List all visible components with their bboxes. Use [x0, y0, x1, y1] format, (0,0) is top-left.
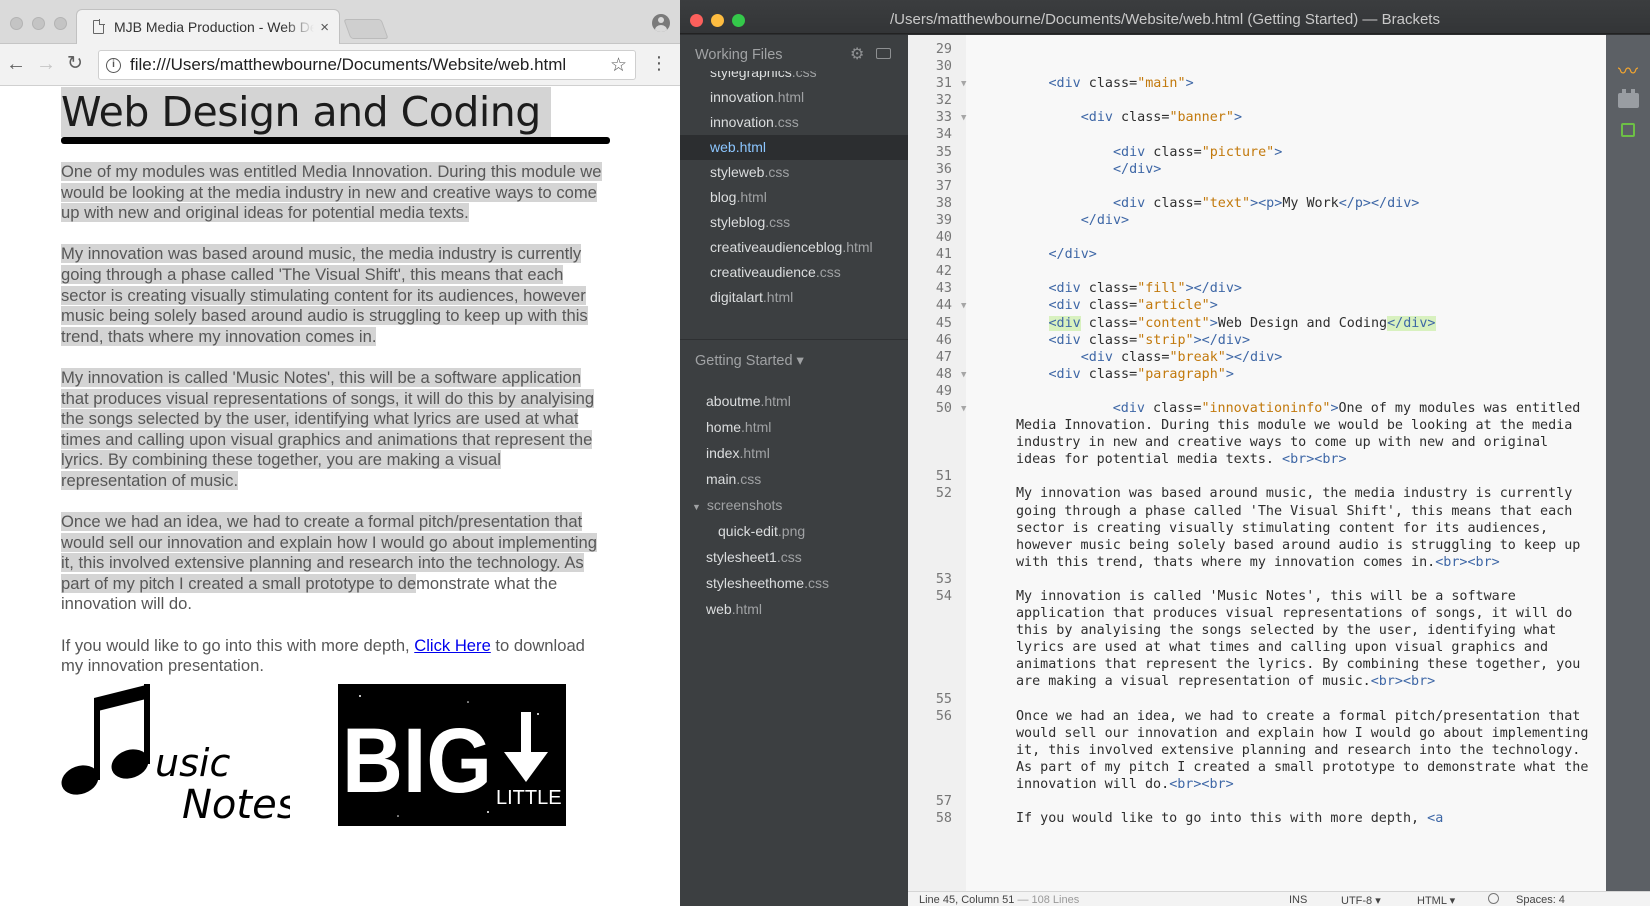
project-dropdown[interactable]: Getting Started ▾: [695, 353, 804, 369]
window-controls: [10, 17, 67, 30]
profile-icon[interactable]: [652, 14, 670, 32]
working-file-item[interactable]: blog.html: [680, 185, 908, 210]
working-file-item[interactable]: digitalart.html: [680, 285, 908, 310]
close-tab-icon[interactable]: ×: [320, 19, 329, 36]
fold-arrow-icon[interactable]: ▼: [961, 76, 966, 93]
project-file-item[interactable]: aboutme.html: [680, 388, 908, 414]
project-file-item[interactable]: home.html: [680, 414, 908, 440]
svg-text:BIG: BIG: [342, 710, 492, 812]
tab-title: MJB Media Production - Web Design: [114, 19, 315, 35]
article-paragraphs: One of my modules was entitled Media Inn…: [61, 162, 606, 677]
forward-arrow-icon[interactable]: →: [36, 54, 56, 74]
working-file-item[interactable]: innovation.html: [680, 85, 908, 110]
new-tab-button[interactable]: [343, 19, 389, 39]
click-here-link[interactable]: Click Here: [414, 636, 491, 655]
working-file-item[interactable]: stylegraphics.css: [680, 71, 908, 85]
sidebar-divider: [680, 339, 908, 340]
working-file-item[interactable]: styleblog.css: [680, 210, 908, 235]
extension-manager-icon[interactable]: [1618, 89, 1639, 108]
working-files-list: stylegraphics.css innovation.html innova…: [680, 71, 908, 335]
fold-arrow-icon[interactable]: ▼: [961, 367, 966, 384]
window-title: /Users/matthewbourne/Documents/Website/w…: [890, 11, 1440, 28]
working-files-header: Working Files: [695, 47, 783, 63]
project-file-item[interactable]: web.html: [680, 596, 908, 622]
paragraph: My innovation is called 'Music Notes', t…: [61, 367, 595, 490]
paragraph: Once we had an idea, we had to create a …: [61, 512, 597, 614]
working-file-item[interactable]: creativeaudienceblog.html: [680, 235, 908, 260]
browser-tab[interactable]: MJB Media Production - Web Design ×: [76, 9, 340, 44]
address-bar[interactable]: i file:///Users/matthewbourne/Documents/…: [98, 50, 636, 80]
browser-toolbar: ← → ↻ i file:///Users/matthewbourne/Docu…: [0, 44, 680, 86]
fold-arrow-icon[interactable]: ▼: [961, 110, 966, 127]
project-folder-screenshots[interactable]: ▼ screenshots: [680, 492, 908, 518]
reload-icon[interactable]: ↻: [67, 54, 83, 74]
cursor-position: Line 45, Column 51 — 108 Lines: [919, 894, 1080, 906]
encoding-dropdown[interactable]: UTF-8 ▾: [1341, 894, 1381, 906]
browser-window: MJB Media Production - Web Design × ← → …: [0, 0, 680, 906]
gift-icon[interactable]: [1621, 123, 1635, 137]
document-icon: [93, 19, 105, 34]
page-heading: Web Design and Coding: [61, 87, 551, 137]
web-page: Web Design and Coding One of my modules …: [0, 87, 680, 906]
code-editor[interactable]: 29 30 31 ▼ <div class="main"> 32 33 ▼ <div…: [908, 35, 1606, 891]
language-dropdown[interactable]: HTML ▾: [1417, 894, 1455, 906]
download-paragraph: If you would like to go into this with m…: [61, 635, 585, 676]
folder-expand-icon[interactable]: ▼: [692, 502, 701, 512]
right-toolbar: 〰: [1606, 35, 1650, 891]
info-icon[interactable]: i: [106, 57, 121, 73]
heading-underline: [61, 137, 610, 144]
paragraph: One of my modules was entitled Media Inn…: [61, 162, 602, 223]
file-sidebar: Working Files ⚙ stylegraphics.css innova…: [680, 35, 908, 906]
editor-titlebar: /Users/matthewbourne/Documents/Website/w…: [680, 0, 1650, 34]
project-file-item[interactable]: stylesheethome.css: [680, 570, 908, 596]
brackets-window: /Users/matthewbourne/Documents/Website/w…: [680, 0, 1650, 906]
project-file-item[interactable]: quick-edit.png: [680, 518, 908, 544]
insert-mode-toggle[interactable]: INS: [1289, 894, 1307, 906]
svg-text:Notes: Notes: [182, 782, 290, 824]
gear-icon[interactable]: ⚙: [850, 44, 864, 64]
status-bar: Line 45, Column 51 — 108 Lines INS UTF-8…: [908, 891, 1650, 906]
project-file-item[interactable]: index.html: [680, 440, 908, 466]
bookmark-star-icon[interactable]: ☆: [610, 54, 627, 77]
working-file-item[interactable]: styleweb.css: [680, 160, 908, 185]
project-file-item[interactable]: main.css: [680, 466, 908, 492]
music-note-icon: [61, 684, 150, 795]
browser-tab-strip: MJB Media Production - Web Design ×: [0, 0, 680, 44]
working-file-item[interactable]: creativeaudience.css: [680, 260, 908, 285]
fold-arrow-icon[interactable]: ▼: [961, 298, 966, 315]
project-file-tree: aboutme.html home.html index.html main.c…: [680, 388, 908, 622]
svg-text:usic: usic: [155, 741, 230, 785]
paragraph: My innovation was based around music, th…: [61, 244, 588, 346]
live-preview-icon[interactable]: 〰: [1618, 55, 1638, 84]
fold-arrow-icon[interactable]: ▼: [961, 401, 966, 418]
indent-setting[interactable]: Spaces: 4: [1516, 894, 1565, 906]
url-text[interactable]: file:///Users/matthewbourne/Documents/We…: [130, 55, 610, 75]
working-file-item-active[interactable]: web.html: [680, 135, 908, 160]
zoom-window-button[interactable]: [54, 17, 67, 30]
linting-status-icon[interactable]: [1488, 893, 1499, 904]
split-view-icon[interactable]: [876, 48, 891, 59]
close-window-button[interactable]: [10, 17, 23, 30]
project-file-item[interactable]: stylesheet1.css: [680, 544, 908, 570]
music-notes-logo: usic Notes: [61, 684, 290, 824]
working-file-item[interactable]: innovation.css: [680, 110, 908, 135]
back-arrow-icon[interactable]: ←: [6, 54, 26, 74]
big-little-logo: BIG LITTLE: [338, 684, 566, 826]
browser-menu-icon[interactable]: ⋮: [650, 54, 668, 72]
code-lines: 29 30 31 ▼ <div class="main"> 32 33 ▼ <div…: [935, 42, 1597, 827]
minimize-window-button[interactable]: [32, 17, 45, 30]
svg-text:LITTLE: LITTLE: [496, 787, 562, 809]
